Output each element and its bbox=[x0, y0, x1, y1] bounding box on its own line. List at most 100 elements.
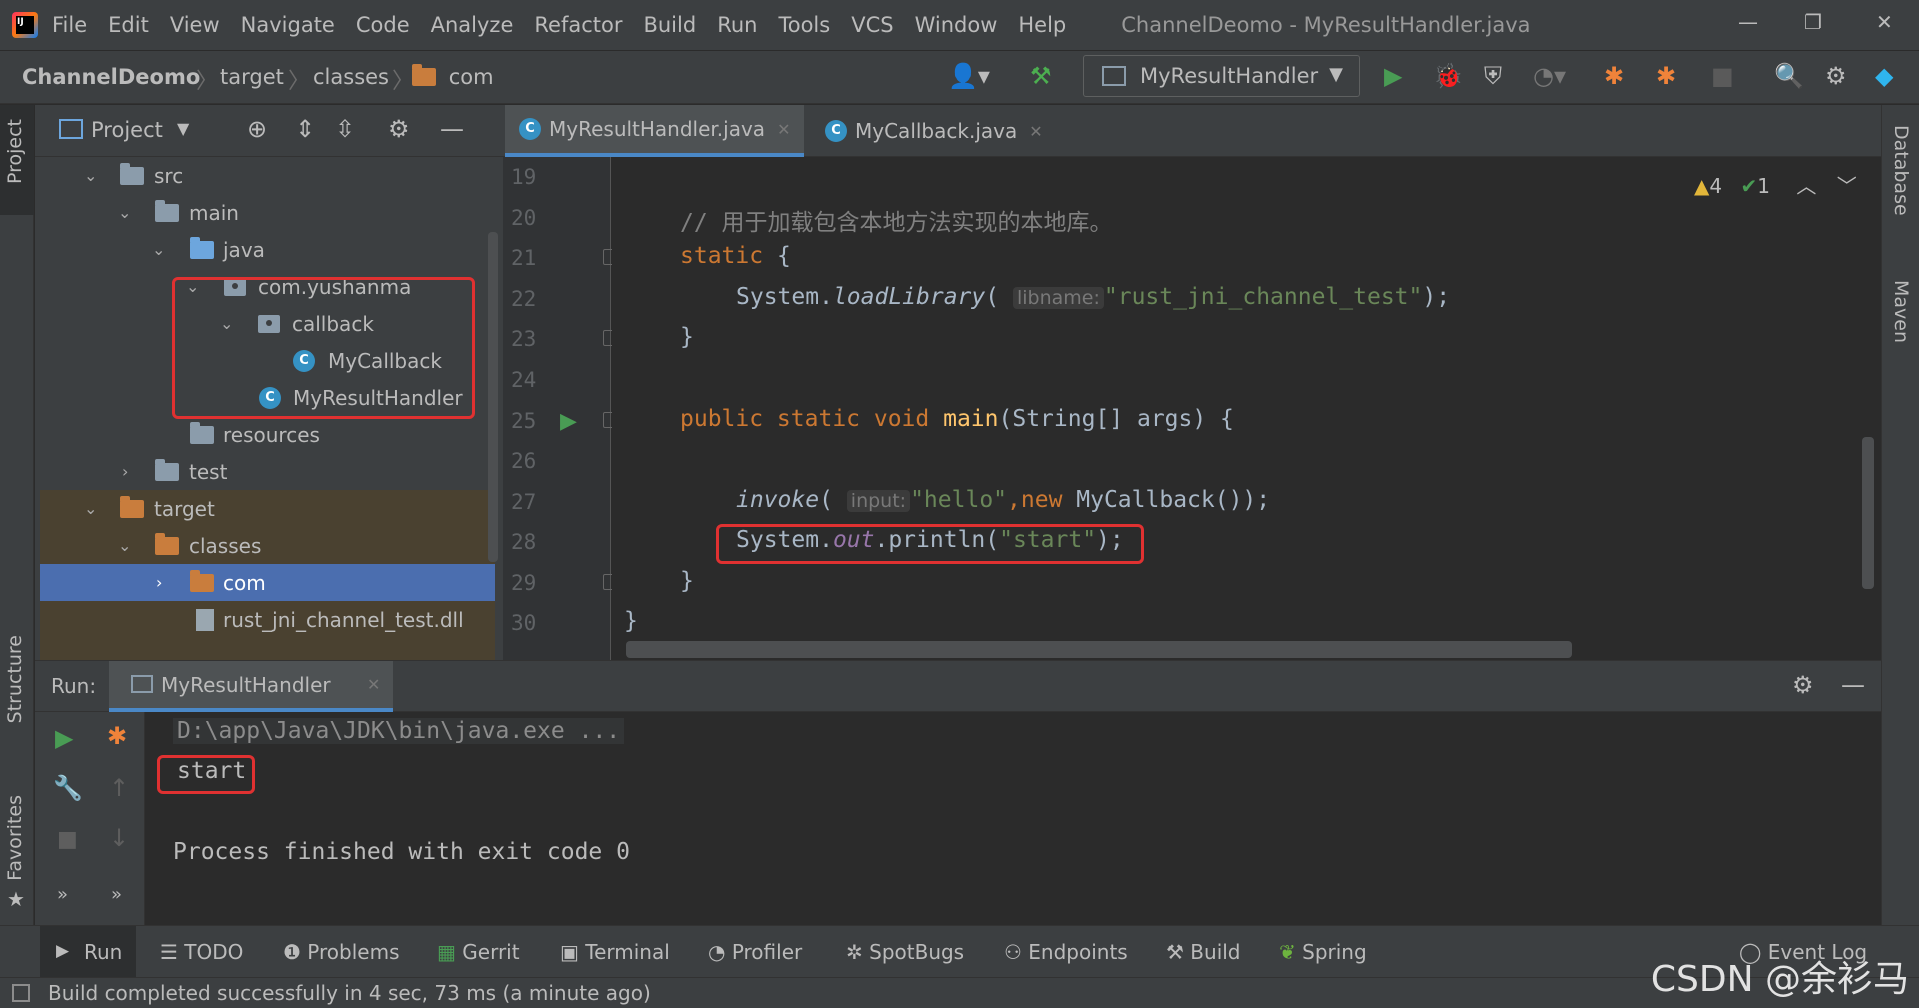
profiler-icon[interactable]: ✱ bbox=[1604, 62, 1624, 90]
restore-button[interactable]: ❐ bbox=[1804, 10, 1822, 34]
tree-item-myresulthandler[interactable]: C MyResultHandler bbox=[40, 379, 495, 416]
editor-vertical-scrollbar[interactable] bbox=[1862, 437, 1874, 589]
chevron-down-icon[interactable]: ▼ bbox=[177, 119, 189, 138]
tab-run-myresulthandler[interactable]: MyResultHandler ✕ bbox=[109, 661, 393, 712]
inspection-widget[interactable]: ▲4 ✔1 ︿ ﹀ bbox=[1694, 170, 1857, 199]
line-number: 21 bbox=[511, 246, 537, 270]
plugin-icon[interactable]: ◆ bbox=[1875, 62, 1893, 90]
database-tool-tab[interactable]: Database bbox=[1890, 125, 1912, 216]
tool-problems[interactable]: ❶ Problems bbox=[283, 940, 399, 964]
status-bar: Build completed successfully in 4 sec, 7… bbox=[0, 977, 1919, 1008]
stop-icon[interactable]: ■ bbox=[57, 827, 78, 852]
close-window-button[interactable]: ✕ bbox=[1876, 10, 1893, 34]
gear-icon[interactable]: ⚙ bbox=[388, 115, 410, 143]
tree-item-label: com bbox=[223, 570, 266, 595]
project-panel-title[interactable]: Project bbox=[91, 118, 163, 142]
tree-item-main[interactable]: ⌄ main bbox=[40, 194, 495, 231]
tool-terminal[interactable]: ▣ Terminal bbox=[560, 940, 670, 964]
chevron-down-icon: ⌄ bbox=[220, 314, 234, 333]
more-icon[interactable]: » bbox=[57, 884, 68, 905]
tree-item-dll[interactable]: rust_jni_channel_test.dll bbox=[40, 601, 495, 638]
menu-tools[interactable]: Tools bbox=[778, 13, 830, 37]
project-tool-tab[interactable]: Project bbox=[0, 105, 34, 215]
menu-analyze[interactable]: Analyze bbox=[431, 13, 514, 37]
run-gutter-icon[interactable]: ▶ bbox=[560, 409, 577, 434]
profile-icon[interactable]: ◔▾ bbox=[1533, 62, 1566, 90]
menu-build[interactable]: Build bbox=[643, 13, 696, 37]
breadcrumb-com[interactable]: com bbox=[412, 64, 494, 89]
menu-navigate[interactable]: Navigate bbox=[241, 13, 335, 37]
settings-gear-icon[interactable]: ⚙ bbox=[1825, 62, 1847, 90]
tool-spotbugs[interactable]: ✲ SpotBugs bbox=[846, 940, 964, 964]
gear-icon[interactable]: ⚙ bbox=[1792, 671, 1814, 699]
menu-code[interactable]: Code bbox=[356, 13, 410, 37]
tool-gerrit[interactable]: ▦ Gerrit bbox=[437, 940, 520, 964]
tree-item-com[interactable]: › com bbox=[40, 564, 495, 601]
menu-vcs[interactable]: VCS bbox=[851, 13, 893, 37]
menu-run[interactable]: Run bbox=[717, 13, 757, 37]
tree-item-classes[interactable]: ⌄ classes bbox=[40, 527, 495, 564]
hide-panel-icon[interactable]: — bbox=[440, 115, 464, 143]
user-icon[interactable]: 👤▾ bbox=[948, 62, 990, 90]
stop-icon[interactable]: ■ bbox=[1711, 62, 1734, 90]
tab-mycallback[interactable]: C MyCallback.java ✕ bbox=[811, 105, 1057, 157]
structure-tool-tab[interactable]: Structure bbox=[4, 635, 26, 723]
tool-build[interactable]: ⚒ Build bbox=[1166, 940, 1241, 964]
hide-panel-icon[interactable]: — bbox=[1841, 671, 1865, 699]
more-icon[interactable]: » bbox=[111, 884, 122, 905]
breadcrumb-classes[interactable]: classes bbox=[313, 65, 389, 89]
console-output[interactable]: D:\app\Java\JDK\bin\java.exe ... start P… bbox=[145, 712, 1881, 925]
close-tab-icon[interactable]: ✕ bbox=[1029, 122, 1042, 141]
menu-refactor[interactable]: Refactor bbox=[534, 13, 622, 37]
rerun-icon[interactable]: ▶ bbox=[55, 724, 73, 752]
chevron-up-icon[interactable]: ︿ bbox=[1796, 174, 1816, 198]
arrow-up-icon[interactable]: ↑ bbox=[109, 774, 129, 802]
breadcrumb-project[interactable]: ChannelDeomo bbox=[22, 65, 200, 89]
locate-icon[interactable]: ⊕ bbox=[247, 115, 267, 143]
collapse-all-icon[interactable]: ⇳ bbox=[335, 115, 355, 143]
coverage-icon[interactable]: ⛨ bbox=[1484, 62, 1502, 90]
breadcrumb-target[interactable]: target bbox=[220, 65, 284, 89]
profiler-attach-icon[interactable]: ✱ bbox=[1656, 62, 1676, 90]
menu-window[interactable]: Window bbox=[915, 13, 998, 37]
menu-file[interactable]: File bbox=[52, 13, 87, 37]
search-icon[interactable]: 🔍 bbox=[1774, 62, 1804, 90]
tool-endpoints[interactable]: ⚇ Endpoints bbox=[1004, 940, 1128, 964]
tree-item-target[interactable]: ⌄ target bbox=[40, 490, 495, 527]
arrow-down-icon[interactable]: ↓ bbox=[109, 824, 129, 852]
close-tab-icon[interactable]: ✕ bbox=[367, 675, 380, 694]
endpoints-icon: ⚇ bbox=[1004, 940, 1029, 964]
menu-view[interactable]: View bbox=[170, 13, 220, 37]
tree-scrollbar[interactable] bbox=[488, 232, 498, 562]
tree-item-test[interactable]: › test bbox=[40, 453, 495, 490]
minimize-button[interactable]: — bbox=[1738, 10, 1758, 34]
editor-horizontal-scrollbar[interactable] bbox=[626, 641, 1572, 658]
tree-item-label: target bbox=[154, 496, 215, 521]
hammer-build-icon[interactable]: ⚒ bbox=[1030, 62, 1052, 90]
tree-item-src[interactable]: ⌄ src bbox=[40, 157, 495, 194]
tab-myresulthandler[interactable]: C MyResultHandler.java ✕ bbox=[505, 105, 805, 157]
debug-icon[interactable]: 🐞 bbox=[1433, 62, 1463, 90]
tree-item-resources[interactable]: resources bbox=[40, 416, 495, 453]
tree-item-package[interactable]: ⌄ com.yushanma bbox=[40, 268, 495, 305]
tool-profiler[interactable]: ◔ Profiler bbox=[708, 940, 802, 964]
status-message: Build completed successfully in 4 sec, 7… bbox=[48, 981, 651, 1005]
run-icon[interactable]: ▶ bbox=[1384, 62, 1402, 90]
wrench-icon[interactable]: 🔧 bbox=[53, 774, 83, 802]
run-configuration-select[interactable]: MyResultHandler ▼ bbox=[1083, 55, 1360, 97]
tool-run[interactable]: ▶ Run bbox=[40, 926, 136, 977]
tree-item-callback[interactable]: ⌄ callback bbox=[40, 305, 495, 342]
tree-item-java[interactable]: ⌄ java bbox=[40, 231, 495, 268]
close-tab-icon[interactable]: ✕ bbox=[777, 120, 790, 139]
chevron-down-icon[interactable]: ﹀ bbox=[1837, 174, 1857, 198]
toggle-tool-windows-icon[interactable] bbox=[12, 984, 30, 1002]
menu-edit[interactable]: Edit bbox=[108, 13, 149, 37]
menu-help[interactable]: Help bbox=[1018, 13, 1066, 37]
maven-tool-tab[interactable]: Maven bbox=[1890, 280, 1912, 343]
tool-todo[interactable]: ☰ TODO bbox=[160, 940, 243, 964]
tree-item-mycallback[interactable]: C MyCallback bbox=[40, 342, 495, 379]
profiler-icon[interactable]: ✱ bbox=[107, 722, 127, 750]
expand-all-icon[interactable]: ⇕ bbox=[295, 115, 315, 143]
favorites-tool-tab[interactable]: Favorites bbox=[4, 795, 26, 881]
tool-spring[interactable]: ❦ Spring bbox=[1279, 940, 1367, 964]
